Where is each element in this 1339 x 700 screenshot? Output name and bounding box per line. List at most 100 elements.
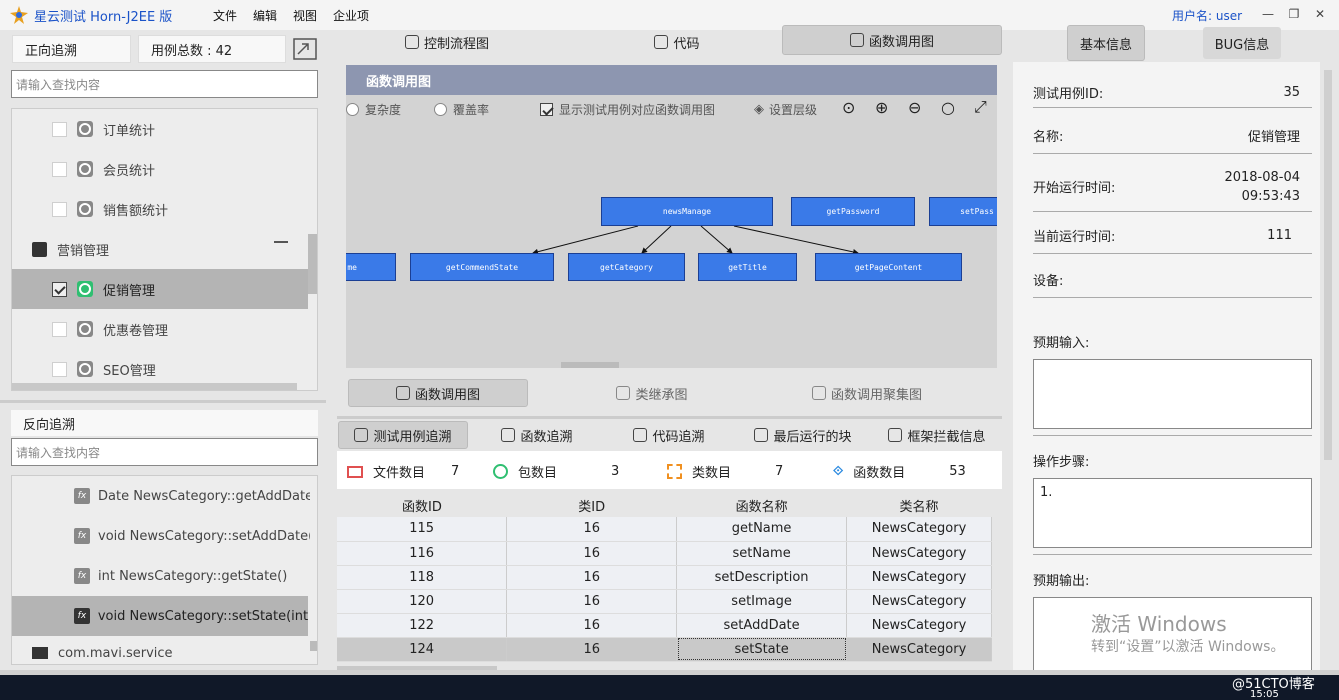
field-label: 测试用例ID: <box>1033 87 1104 102</box>
tab-control-flow[interactable]: 控制流程图 <box>357 30 537 54</box>
col-header-class-name[interactable]: 类名称 <box>846 493 992 517</box>
vertical-scrollbar[interactable] <box>1324 70 1332 460</box>
trace-tab-function[interactable]: 函数追溯 <box>487 421 587 449</box>
activation-watermark-title: 激活 Windows <box>1091 612 1227 636</box>
stat-label: 函数数目 <box>853 466 906 481</box>
cell: 118 <box>337 565 508 590</box>
cell: NewsCategory <box>846 613 992 638</box>
field-current-time: 当前运行时间: 111 <box>1033 218 1312 254</box>
forward-search-input[interactable]: 请输入查找内容 <box>11 70 318 98</box>
subtab-class-inherit[interactable]: 类继承图 <box>562 379 742 407</box>
checkbox[interactable] <box>52 361 67 377</box>
node-gettitle[interactable]: getTitle <box>698 253 797 281</box>
graph-canvas[interactable]: 复杂度 覆盖率 显示测试用例对应函数调用图 ◈ 设置层级 ⊙ ⊕ ⊖ ○ ⤢ ne… <box>346 95 997 368</box>
trace-tab-last-block[interactable]: 最后运行的块 <box>747 421 859 449</box>
tree-group-label: 营销管理 <box>57 243 110 259</box>
expected-input-field[interactable] <box>1033 359 1312 429</box>
func-item[interactable]: fx Date NewsCategory::getAddDate() <box>12 476 312 516</box>
horizontal-scrollbar[interactable] <box>12 383 297 390</box>
tab-call-graph[interactable]: 函数调用图 <box>782 25 1002 55</box>
minimize-icon[interactable]: — <box>1256 4 1280 24</box>
stat-functions: ⟐ 函数数目 53 <box>833 462 966 481</box>
node-getcategory[interactable]: getCategory <box>568 253 685 281</box>
subtab-call-graph[interactable]: 函数调用图 <box>348 379 528 407</box>
stat-value: 3 <box>611 464 620 479</box>
func-item[interactable]: fx int NewsCategory::getState() <box>12 556 312 596</box>
checkbox[interactable] <box>52 161 67 177</box>
tab-label: 代码 <box>673 36 700 52</box>
reverse-trace-tab[interactable]: 反向追溯 <box>11 410 318 436</box>
table-row[interactable]: 120 16 setImage NewsCategory <box>337 589 992 614</box>
tree-item-label: 促销管理 <box>103 283 156 299</box>
checkbox[interactable] <box>52 121 67 137</box>
col-header-func-id[interactable]: 函数ID <box>337 493 507 517</box>
node-newsmanage[interactable]: newsManage <box>601 197 773 226</box>
func-item[interactable]: fx void NewsCategory::setAddDate(D <box>12 516 312 556</box>
cell: 115 <box>337 517 508 542</box>
tree-group-marketing[interactable]: 营销管理 <box>12 229 308 269</box>
func-label: int NewsCategory::getState() <box>98 568 288 584</box>
tab-code[interactable]: 代码 <box>587 30 767 54</box>
menu-edit[interactable]: 编辑 <box>253 7 277 24</box>
func-item-selected[interactable]: fx void NewsCategory::setState(int) <box>12 596 308 636</box>
restore-icon[interactable]: ❐ <box>1282 4 1306 24</box>
menu-view[interactable]: 视图 <box>293 7 317 24</box>
testcase-icon <box>354 428 369 442</box>
field-label: 开始运行时间: <box>1033 181 1116 196</box>
vertical-scrollbar[interactable] <box>308 234 317 294</box>
forward-trace-tab[interactable]: 正向追溯 <box>12 35 131 63</box>
table-row[interactable]: 118 16 setDescription NewsCategory <box>337 565 992 590</box>
field-device: 设备: <box>1033 262 1312 298</box>
func-label: void NewsCategory::setAddDate(D <box>98 528 310 544</box>
trace-tab-testcase[interactable]: 测试用例追溯 <box>338 421 468 449</box>
tab-basic-info[interactable]: 基本信息 <box>1067 25 1145 61</box>
module-icon <box>77 201 93 217</box>
graph-title: 函数调用图 <box>366 74 432 90</box>
checkbox[interactable] <box>52 201 67 217</box>
splitter[interactable] <box>0 400 326 403</box>
func-label: Date NewsCategory::getAddDate() <box>98 488 310 504</box>
function-icon: fx <box>74 528 90 544</box>
splitter[interactable] <box>337 416 1002 419</box>
function-count-icon: ⟐ <box>833 464 844 479</box>
menu-enterprise[interactable]: 企业项 <box>333 7 369 24</box>
close-icon[interactable]: ✕ <box>1308 4 1332 24</box>
node-getpagecontent[interactable]: getPageContent <box>815 253 962 281</box>
table-row-selected[interactable]: 124 16 setState NewsCategory <box>337 637 992 662</box>
collapse-icon[interactable] <box>274 241 288 243</box>
col-header-class-id[interactable]: 类ID <box>506 493 677 517</box>
checkbox-checked[interactable] <box>52 281 67 297</box>
node-partial[interactable]: me <box>346 253 396 281</box>
tree-item[interactable]: 销售额统计 <box>12 189 308 229</box>
export-icon[interactable] <box>293 38 317 60</box>
node-getcommendstate[interactable]: getCommendState <box>410 253 554 281</box>
vertical-scrollbar[interactable] <box>310 641 317 651</box>
graph-scrollbar[interactable] <box>561 362 619 368</box>
callgraph-icon <box>849 33 864 47</box>
tab-bug-info[interactable]: BUG信息 <box>1203 27 1281 59</box>
tree-item-selected[interactable]: 促销管理 <box>12 269 308 309</box>
trace-tab-framework[interactable]: 框架拦截信息 <box>882 421 992 449</box>
checkbox[interactable] <box>52 321 67 337</box>
subtab-call-cluster[interactable]: 函数调用聚集图 <box>777 379 957 407</box>
tree-item-label: 优惠卷管理 <box>103 323 169 339</box>
user-label: 用户名: user <box>1172 9 1243 23</box>
menu-file[interactable]: 文件 <box>213 7 237 24</box>
reverse-search-input[interactable]: 请输入查找内容 <box>11 438 318 466</box>
package-item[interactable]: com.mavi.service <box>12 641 312 664</box>
table-row[interactable]: 116 16 setName NewsCategory <box>337 541 992 566</box>
table-row[interactable]: 122 16 setAddDate NewsCategory <box>337 613 992 638</box>
tree-item[interactable]: 优惠卷管理 <box>12 309 308 349</box>
function-icon <box>501 428 516 442</box>
tree-item[interactable]: 会员统计 <box>12 149 308 189</box>
trace-tab-code[interactable]: 代码追溯 <box>619 421 719 449</box>
node-setpass[interactable]: setPass <box>929 197 997 226</box>
col-header-func-name[interactable]: 函数名称 <box>676 493 847 517</box>
app-window: 星云测试 Horn-J2EE 版 文件 编辑 视图 企业项 用户名: user … <box>0 0 1339 700</box>
field-start-time: 开始运行时间: 2018-08-04 09:53:43 <box>1033 162 1312 212</box>
steps-field[interactable]: 1. <box>1033 478 1312 548</box>
node-getpassword[interactable]: getPassword <box>791 197 915 226</box>
field-name: 名称: 促销管理 <box>1033 118 1312 154</box>
tree-item[interactable]: 订单统计 <box>12 109 308 149</box>
table-row[interactable]: 115 16 getName NewsCategory <box>337 517 992 542</box>
